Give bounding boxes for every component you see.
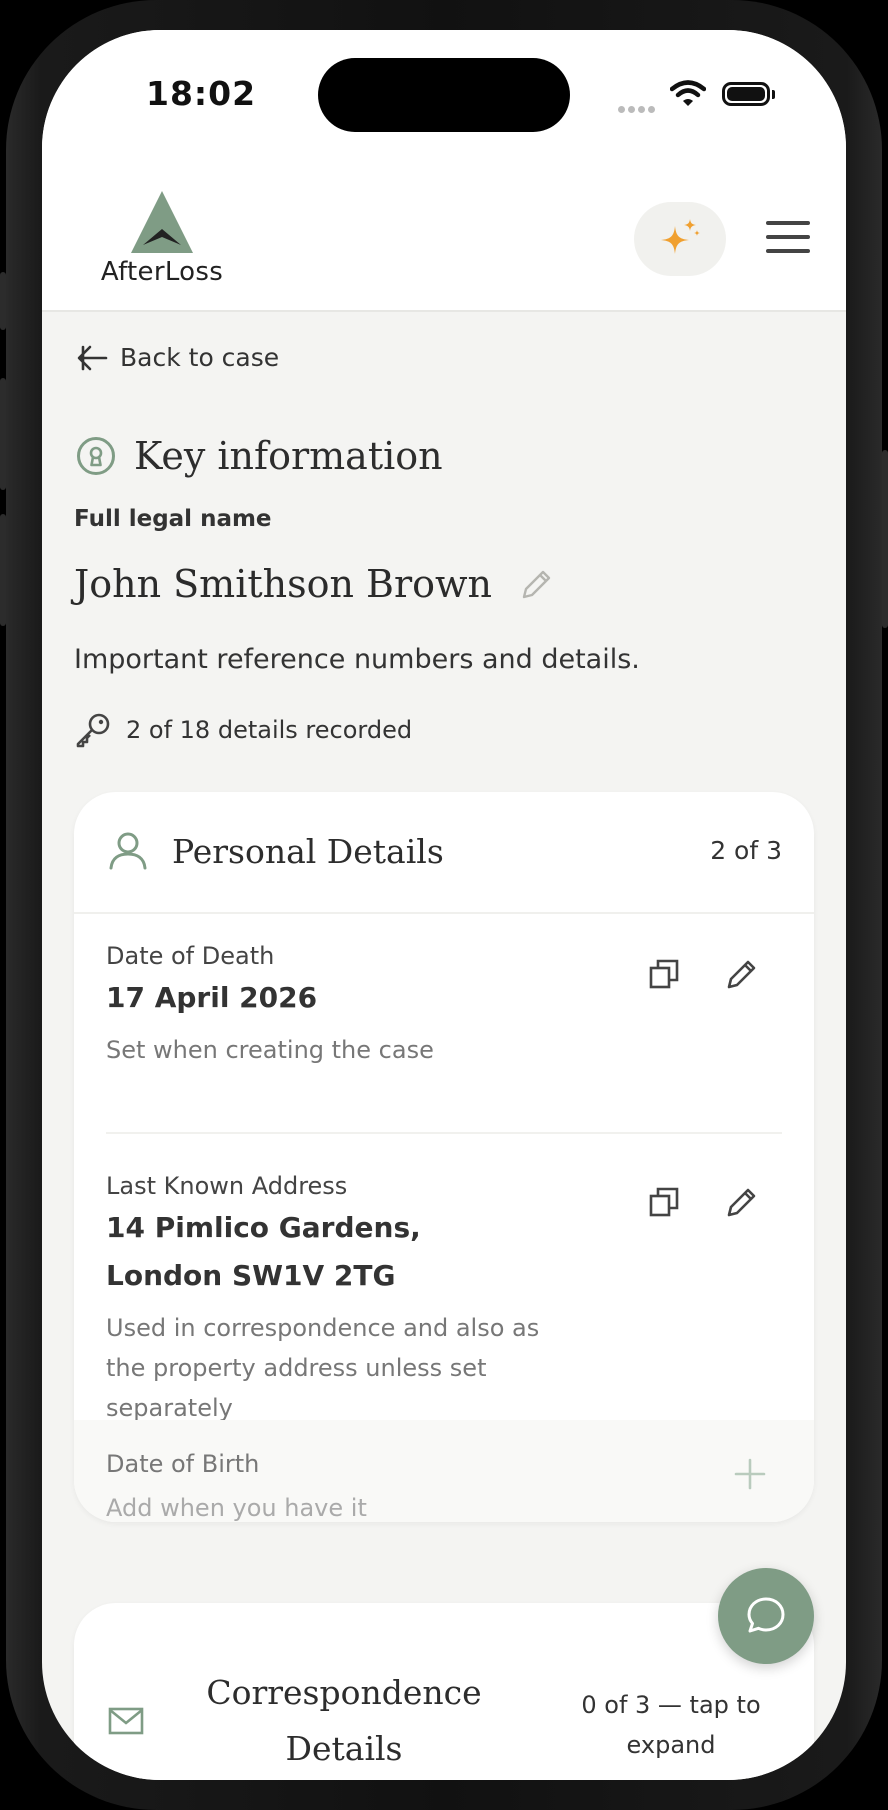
keyhole-icon — [77, 437, 115, 475]
correspondence-details-count: 0 of 3 — tap to expand — [581, 1691, 761, 1759]
detail-hint: Add when you have it — [106, 1494, 367, 1522]
personal-details-header[interactable]: Personal Details 2 of 3 — [74, 792, 814, 914]
wifi-icon — [670, 80, 706, 106]
key-icon — [76, 713, 110, 748]
screen: 18:02 AfterLoss Back to case Key informa… — [42, 30, 846, 1780]
page-title-row: Key information — [76, 434, 443, 478]
progress-text: 2 of 18 details recorded — [126, 716, 413, 744]
page-subtitle: Important reference numbers and details. — [74, 644, 640, 675]
detail-date-of-birth-empty[interactable]: Date of Birth Add when you have it — [74, 1420, 814, 1522]
person-icon — [109, 832, 147, 870]
volume-down-button — [0, 514, 6, 626]
detail-value: 14 Pimlico Gardens, London SW1V 2TG — [106, 1211, 421, 1292]
arrow-left-icon — [77, 345, 108, 370]
plus-icon[interactable] — [734, 1458, 766, 1490]
power-button — [882, 450, 888, 628]
hamburger-menu-icon[interactable] — [766, 221, 810, 257]
detail-last-known-address: Last Known Address 14 Pimlico Gardens, L… — [106, 1132, 782, 1428]
personal-details-count: 2 of 3 — [710, 836, 782, 865]
battery-cap — [772, 90, 775, 99]
edit-name-pencil-icon[interactable] — [520, 567, 554, 601]
personal-details-title: Personal Details — [172, 832, 444, 871]
status-bar: 18:02 — [42, 30, 846, 155]
details-progress: 2 of 18 details recorded — [74, 712, 412, 748]
chat-bubble-icon — [747, 1597, 785, 1633]
full-name-row: John Smithson Brown — [74, 562, 554, 606]
mute-switch — [0, 272, 6, 330]
afterloss-logo[interactable]: AfterLoss — [100, 191, 224, 287]
correspondence-details-title: Correspondence Details — [206, 1673, 482, 1768]
copy-icon[interactable] — [644, 1182, 684, 1222]
dynamic-island — [318, 58, 570, 132]
detail-note: Used in correspondence and also as the p… — [106, 1314, 540, 1422]
copy-icon[interactable] — [644, 954, 684, 994]
personal-details-card: Personal Details 2 of 3 Date of Death 17… — [74, 792, 814, 1522]
edit-pencil-icon[interactable] — [722, 954, 762, 994]
full-legal-name: John Smithson Brown — [74, 562, 492, 606]
mail-icon — [108, 1707, 144, 1735]
back-to-case-link[interactable]: Back to case — [76, 343, 279, 372]
detail-note: Set when creating the case — [106, 1036, 434, 1064]
ai-assistant-button[interactable] — [634, 202, 726, 276]
status-time: 18:02 — [146, 74, 257, 113]
detail-date-of-death: Date of Death 17 April 2026 Set when cre… — [106, 942, 782, 1070]
app-header: AfterLoss — [42, 155, 846, 312]
back-link-label: Back to case — [120, 343, 280, 372]
detail-label: Date of Birth — [106, 1450, 260, 1478]
volume-up-button — [0, 378, 6, 490]
logo-text: AfterLoss — [100, 257, 224, 287]
detail-actions — [606, 1182, 762, 1222]
correspondence-details-card[interactable]: Correspondence Details 0 of 3 — tap to e… — [74, 1603, 814, 1780]
edit-pencil-icon[interactable] — [722, 1182, 762, 1222]
battery-icon — [722, 82, 770, 106]
page-title: Key information — [134, 434, 443, 478]
signal-icon — [618, 98, 658, 117]
chat-button[interactable] — [718, 1568, 814, 1664]
full-name-label: Full legal name — [74, 506, 272, 532]
sparkles-icon — [661, 219, 700, 254]
logo-mark-icon — [131, 191, 193, 253]
detail-actions — [606, 954, 762, 994]
